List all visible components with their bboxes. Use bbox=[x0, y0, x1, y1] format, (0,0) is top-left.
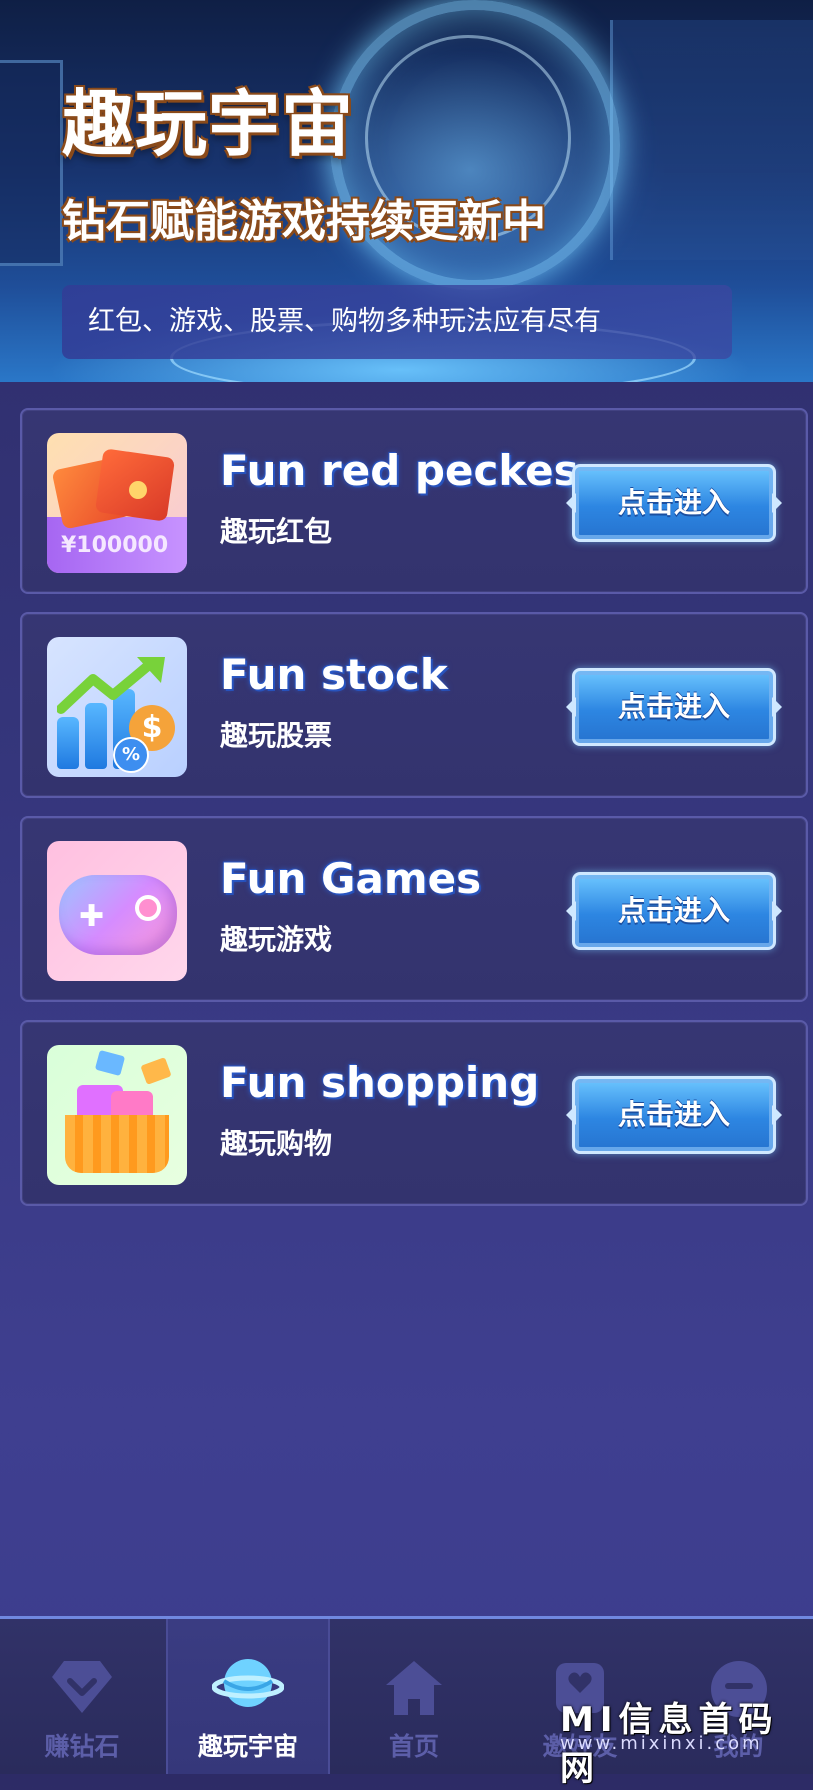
card-subtitle: 趣玩红包 bbox=[220, 515, 333, 548]
card-subtitle: 趣玩游戏 bbox=[220, 923, 333, 956]
decor-panel-left bbox=[0, 60, 63, 266]
stock-chart-icon: $ % bbox=[47, 637, 187, 777]
enter-button[interactable]: 点击进入 bbox=[572, 464, 776, 542]
thumb-amount-text: ¥100000 bbox=[61, 533, 169, 558]
hero-title: 趣玩宇宙 bbox=[62, 82, 355, 166]
red-envelope-icon: ¥100000 bbox=[47, 433, 187, 573]
shopping-basket-icon bbox=[47, 1045, 187, 1185]
nav-label: 首页 bbox=[388, 1732, 439, 1761]
enter-button[interactable]: 点击进入 bbox=[572, 1076, 776, 1154]
hero-tagline: 红包、游戏、股票、购物多种玩法应有尽有 bbox=[62, 285, 732, 359]
nav-item-fun-universe[interactable]: 趣玩宇宙 bbox=[166, 1619, 330, 1774]
nav-item-earn-diamonds[interactable]: 赚钻石 bbox=[0, 1619, 164, 1774]
card-title: Fun shopping bbox=[220, 1058, 540, 1107]
nav-label: 趣玩宇宙 bbox=[197, 1732, 298, 1761]
card-fun-stock: $ % Fun stock 趣玩股票 点击进入 bbox=[20, 612, 808, 798]
card-fun-shopping: Fun shopping 趣玩购物 点击进入 bbox=[20, 1020, 808, 1206]
card-title: Fun stock bbox=[220, 650, 448, 699]
card-title: Fun Games bbox=[220, 854, 482, 903]
card-title: Fun red peckes bbox=[220, 446, 579, 495]
home-icon bbox=[386, 1661, 442, 1715]
card-fun-red-packets: ¥100000 Fun red peckes 趣玩红包 点击进入 bbox=[20, 408, 808, 594]
hero-subtitle: 钻石赋能游戏持续更新中 bbox=[62, 196, 546, 247]
enter-button[interactable]: 点击进入 bbox=[572, 872, 776, 950]
hero-banner: 趣玩宇宙 钻石赋能游戏持续更新中 红包、游戏、股票、购物多种玩法应有尽有 bbox=[0, 0, 813, 382]
gamepad-icon: ✚ bbox=[47, 841, 187, 981]
planet-icon bbox=[212, 1659, 284, 1707]
nav-item-home[interactable]: 首页 bbox=[332, 1619, 496, 1774]
enter-button[interactable]: 点击进入 bbox=[572, 668, 776, 746]
decor-panel-right bbox=[610, 20, 813, 260]
diamond-icon bbox=[52, 1661, 112, 1713]
nav-label: 赚钻石 bbox=[44, 1732, 120, 1761]
card-subtitle: 趣玩股票 bbox=[220, 719, 333, 752]
card-subtitle: 趣玩购物 bbox=[220, 1127, 333, 1160]
card-fun-games: ✚ Fun Games 趣玩游戏 点击进入 bbox=[20, 816, 808, 1002]
watermark-url: www.mixinxi.com bbox=[560, 1733, 763, 1754]
